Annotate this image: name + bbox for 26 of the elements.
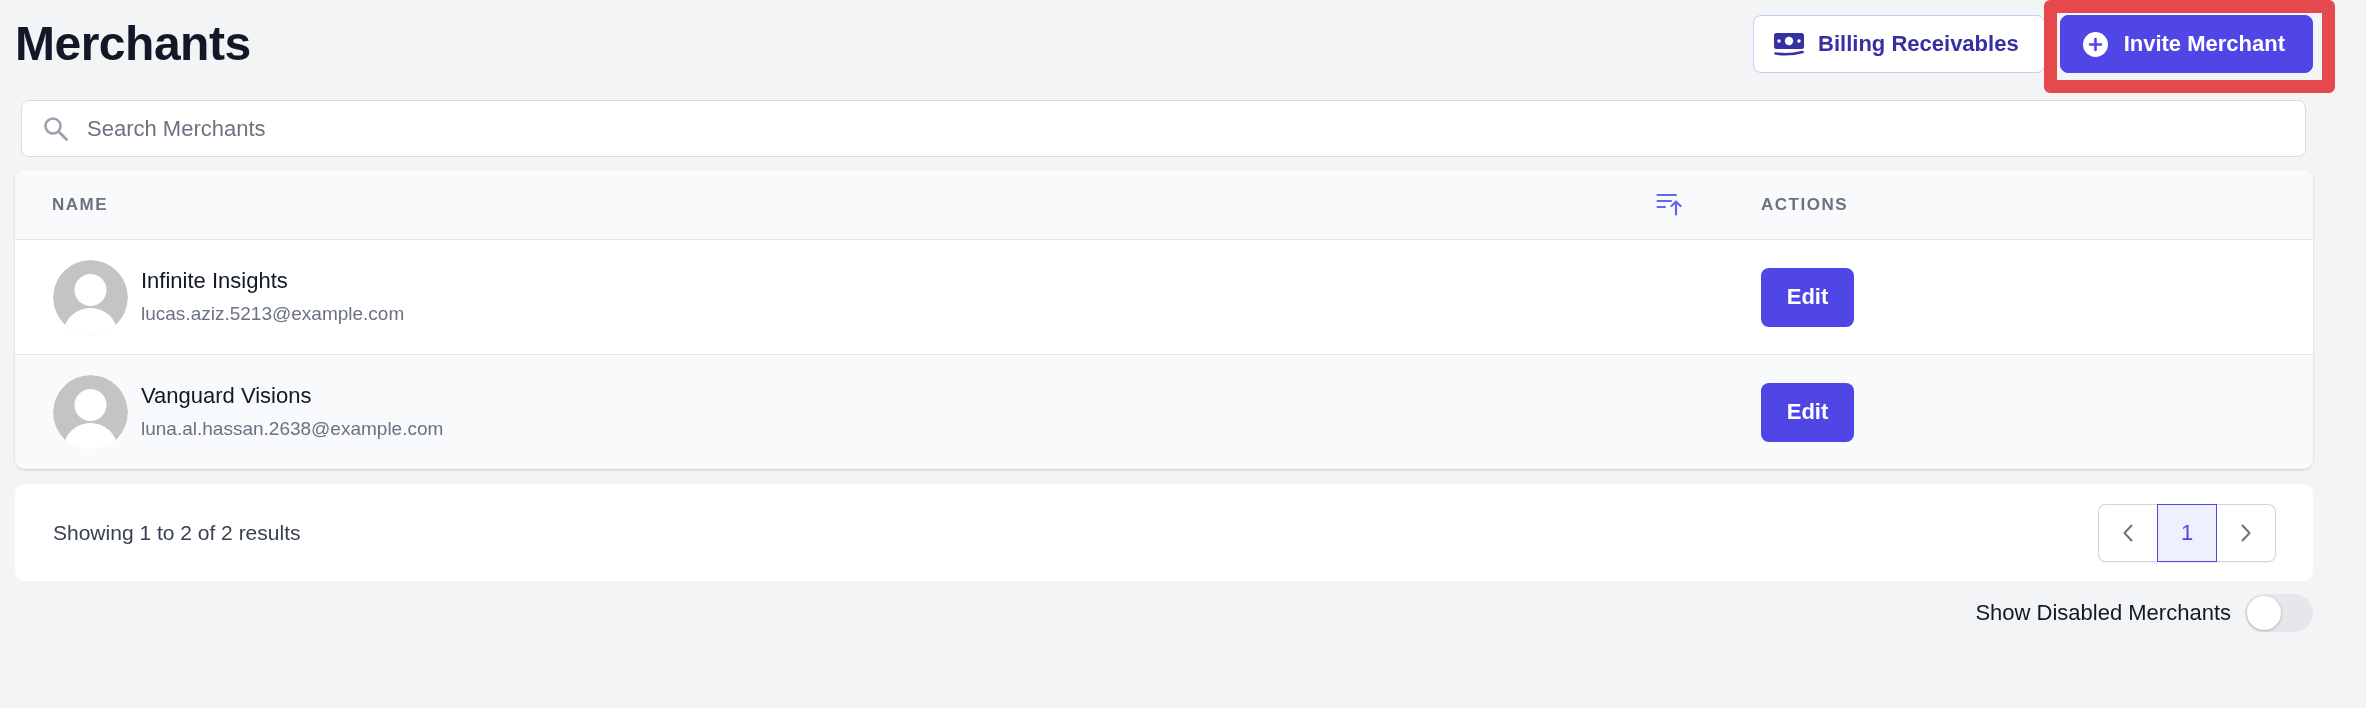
edit-button[interactable]: Edit: [1761, 267, 1854, 327]
page-title: Merchants: [15, 16, 251, 72]
column-header: NAME: [52, 194, 109, 215]
merchant-name: Vanguard Visions: [141, 382, 313, 409]
chevron-left-icon: [2123, 523, 2133, 542]
toggle-switch[interactable]: [2245, 594, 2313, 632]
previous-page-button[interactable]: [2098, 503, 2157, 562]
merchant-email: lucas.aziz.5213@example.com: [141, 302, 405, 325]
chevron-right-icon: [2241, 523, 2251, 542]
avatar-icon: [53, 259, 128, 335]
sort-ascending-icon[interactable]: [1656, 193, 1682, 216]
banknote-icon: [1774, 32, 1805, 56]
results-summary: Showing 1 to 2 of 2 results: [53, 520, 301, 545]
merchant-email: luna.al.hassan.2638@example.com: [141, 417, 444, 440]
avatar-icon: [53, 374, 128, 450]
search-icon: [43, 116, 68, 141]
column-header: ACTIONS: [1761, 194, 1848, 215]
next-page-button[interactable]: [2217, 503, 2276, 562]
edit-button[interactable]: Edit: [1761, 382, 1854, 442]
invite-merchant-button[interactable]: Invite Merchant: [2059, 15, 2313, 73]
page-button[interactable]: 1: [2157, 503, 2217, 562]
plus-circle-icon: [2082, 31, 2108, 57]
search-field[interactable]: Search Merchants: [21, 100, 2306, 157]
toggle-label: Show Disabled Merchants: [1975, 600, 2231, 626]
billing-receivables-button[interactable]: Billing Receivables: [1753, 15, 2045, 73]
merchant-name: Infinite Insights: [141, 267, 289, 294]
